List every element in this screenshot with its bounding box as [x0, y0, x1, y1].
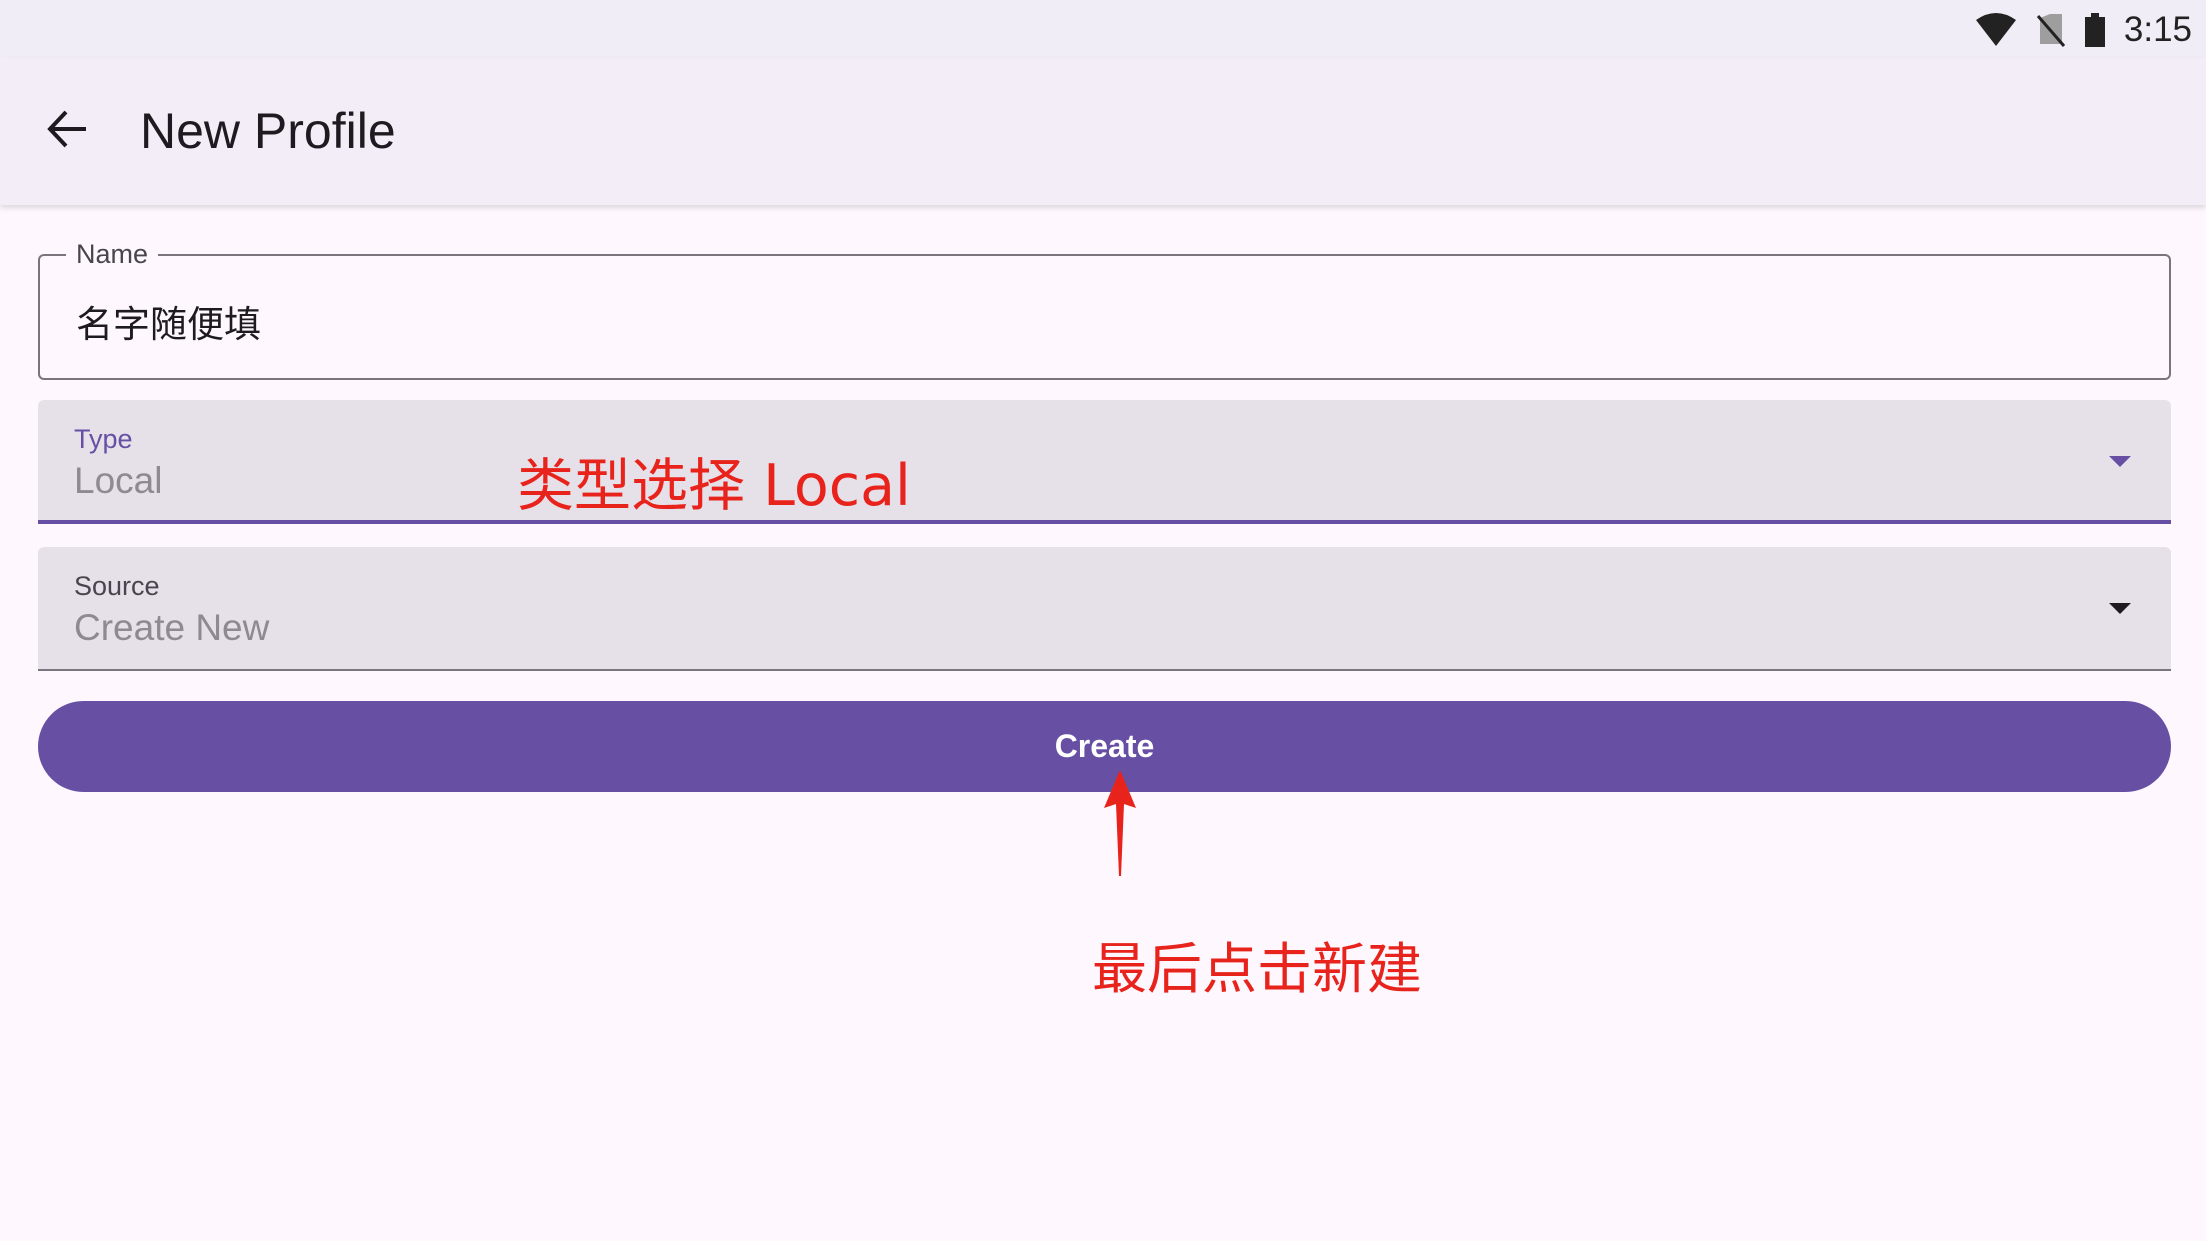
- dropdown-arrow-icon[interactable]: [2109, 603, 2131, 614]
- name-label: Name: [66, 239, 159, 270]
- screen: 3:15 New Profile Name 名字随便填 Type Local 类…: [0, 0, 2206, 1241]
- name-field[interactable]: Name 名字随便填: [38, 239, 2171, 380]
- source-label: Source: [74, 571, 160, 601]
- wifi-icon: [1974, 12, 2018, 48]
- type-annotation: 类型选择 Local: [517, 453, 911, 519]
- create-annotation: 最后点击新建: [1092, 937, 1423, 1001]
- app-bar: New Profile: [0, 58, 2206, 205]
- clock: 3:15: [2123, 10, 2192, 49]
- status-bar: 3:15: [0, 0, 2206, 58]
- source-select[interactable]: Source Create New: [38, 547, 2171, 671]
- no-sim-icon: [2036, 12, 2066, 48]
- page-title: New Profile: [140, 103, 396, 159]
- type-value: Local: [74, 460, 163, 501]
- arrow-back-icon: [46, 108, 88, 155]
- status-icons: 3:15: [1974, 8, 2192, 52]
- type-select[interactable]: Type Local: [38, 400, 2171, 524]
- name-input[interactable]: 名字随便填: [76, 294, 261, 348]
- source-value: Create New: [74, 607, 270, 648]
- annotation-arrow-icon: [1104, 770, 1136, 876]
- battery-icon: [2084, 12, 2106, 48]
- create-button-label: Create: [1054, 728, 1155, 764]
- dropdown-arrow-icon[interactable]: [2109, 456, 2131, 467]
- type-label: Type: [74, 424, 133, 454]
- back-button[interactable]: [34, 98, 100, 164]
